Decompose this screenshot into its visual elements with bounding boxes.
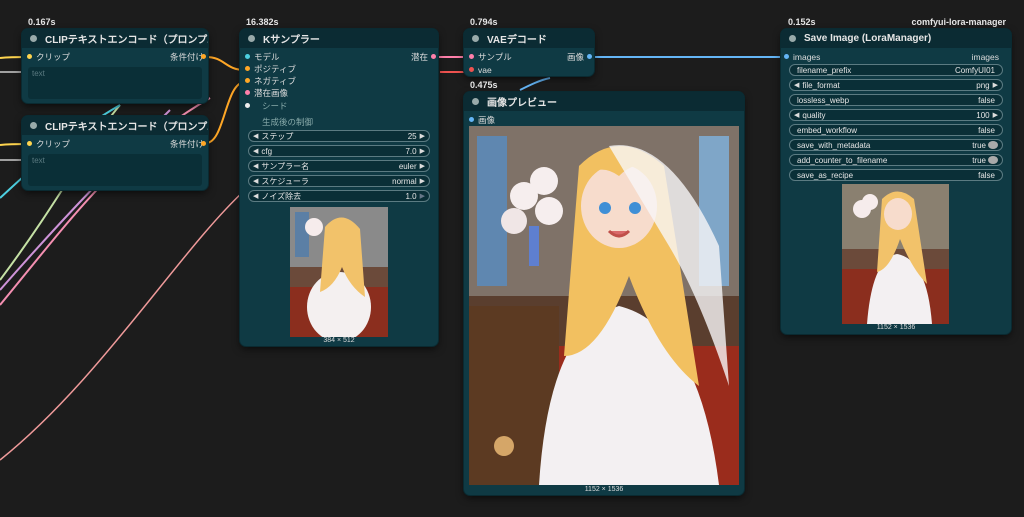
node-title-bar[interactable]: CLIPテキストエンコード（プロンプ...: [22, 116, 208, 135]
saved-image-thumbnail: [842, 184, 949, 324]
toggle-knob-icon: [988, 156, 998, 164]
preview-image-node[interactable]: 画像プレビュー 画像 1152 × 1536: [464, 92, 744, 495]
samples-input-port[interactable]: サンプル: [469, 51, 512, 63]
negative-input-port[interactable]: ネガティブ: [245, 75, 296, 87]
latent-image-input-port[interactable]: 潜在画像: [245, 87, 288, 99]
node-title: CLIPテキストエンコード（プロンプ...: [45, 35, 208, 46]
collapse-dot-icon[interactable]: [472, 35, 479, 42]
ksampler-image-size: 384 × 512: [323, 337, 355, 344]
sampler-name-widget[interactable]: ◀ サンプラー名 euler ▶: [248, 160, 430, 172]
node-title: VAEデコード: [487, 35, 547, 46]
vae-input-port[interactable]: vae: [469, 64, 492, 76]
clip1-exec-time: 0.167s: [28, 17, 56, 27]
save-as-recipe-widget[interactable]: save_as_recipe false: [789, 169, 1003, 181]
extension-label: comfyui-lora-manager: [911, 17, 1006, 27]
save-image-lora-manager-node[interactable]: Save Image (LoraManager) images images f…: [781, 29, 1011, 334]
prompt-text-input[interactable]: text: [28, 67, 202, 99]
vae-decode-node[interactable]: VAEデコード サンプル vae 画像: [464, 29, 594, 76]
control-after-generate-label: 生成後の制御: [262, 117, 314, 127]
images-output-port[interactable]: images: [972, 51, 999, 63]
seed-input-port[interactable]: シード: [245, 100, 288, 112]
clip-input-port[interactable]: クリップ: [27, 138, 70, 150]
image-output-port[interactable]: 画像: [567, 51, 592, 63]
image-input-port[interactable]: 画像: [469, 114, 495, 126]
node-title-bar[interactable]: Save Image (LoraManager): [781, 29, 1011, 48]
clip-text-encode-node-2[interactable]: CLIPテキストエンコード（プロンプ... クリップ 条件付け text: [22, 116, 208, 190]
node-title-bar[interactable]: VAEデコード: [464, 29, 594, 48]
conditioning-output-port[interactable]: 条件付け: [170, 51, 206, 63]
ksampler-exec-time: 16.382s: [246, 17, 279, 27]
quality-widget[interactable]: ◀ quality 100 ▶: [789, 109, 1003, 121]
collapse-dot-icon[interactable]: [30, 35, 37, 42]
saved-image-size: 1152 × 1536: [876, 324, 916, 331]
ksampler-node[interactable]: Kサンプラー モデル ポジティブ ネガティブ 潜在画像 潜在 シード 生成後の制…: [240, 29, 438, 346]
collapse-dot-icon[interactable]: [30, 122, 37, 129]
model-input-port[interactable]: モデル: [245, 51, 280, 63]
embed-workflow-widget[interactable]: embed_workflow false: [789, 124, 1003, 136]
cfg-widget[interactable]: ◀ cfg 7.0 ▶: [248, 145, 430, 157]
node-title: Save Image (LoraManager): [804, 33, 932, 44]
node-title-bar[interactable]: CLIPテキストエンコード（プロンプ...: [22, 29, 208, 48]
collapse-dot-icon[interactable]: [472, 98, 479, 105]
node-title-bar[interactable]: Kサンプラー: [240, 29, 438, 48]
node-title: Kサンプラー: [263, 35, 320, 46]
node-title: CLIPテキストエンコード（プロンプ...: [45, 122, 208, 133]
clip-text-encode-node-1[interactable]: CLIPテキストエンコード（プロンプ... クリップ 条件付け text: [22, 29, 208, 103]
ksampler-preview-image: [290, 207, 388, 337]
denoise-widget[interactable]: ◀ ノイズ除去 1.0 ▶: [248, 190, 430, 202]
collapse-dot-icon[interactable]: [789, 35, 796, 42]
conditioning-output-port[interactable]: 条件付け: [170, 138, 206, 150]
preview-exec-time: 0.475s: [470, 80, 498, 90]
node-title-bar[interactable]: 画像プレビュー: [464, 92, 744, 111]
scheduler-widget[interactable]: ◀ スケジューラ normal ▶: [248, 175, 430, 187]
file-format-widget[interactable]: ◀ file_format png ▶: [789, 79, 1003, 91]
preview-image-size: 1152 × 1536: [584, 486, 624, 493]
positive-input-port[interactable]: ポジティブ: [245, 63, 296, 75]
collapse-dot-icon[interactable]: [248, 35, 255, 42]
prompt-text-input[interactable]: text: [28, 154, 202, 186]
clip-input-port[interactable]: クリップ: [27, 51, 70, 63]
add-counter-toggle[interactable]: add_counter_to_filename true: [789, 154, 1003, 166]
save-exec-time: 0.152s: [788, 17, 816, 27]
images-input-port[interactable]: images: [784, 51, 820, 63]
vae-exec-time: 0.794s: [470, 17, 498, 27]
lossless-webp-widget[interactable]: lossless_webp false: [789, 94, 1003, 106]
filename-prefix-widget[interactable]: filename_prefix ComfyUI01: [789, 64, 1003, 76]
steps-widget[interactable]: ◀ ステップ 25 ▶: [248, 130, 430, 142]
save-with-metadata-toggle[interactable]: save_with_metadata true: [789, 139, 1003, 151]
toggle-knob-icon: [988, 141, 998, 149]
latent-output-port[interactable]: 潜在: [411, 51, 436, 63]
preview-output-image: [469, 126, 739, 485]
node-title: 画像プレビュー: [487, 98, 557, 109]
